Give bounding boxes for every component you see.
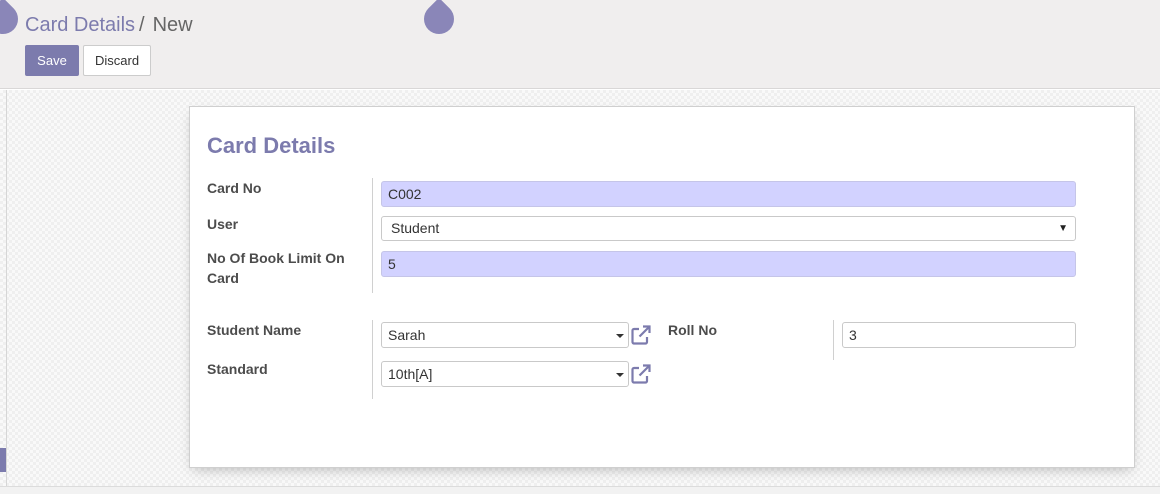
card-no-label: Card No xyxy=(207,180,262,196)
bottom-bar xyxy=(0,486,1160,494)
form-sheet: Card Details Card No C002 User Student ▼… xyxy=(189,106,1135,468)
standard-value: 10th[A] xyxy=(388,366,433,382)
breadcrumb-parent-link[interactable]: Card Details xyxy=(25,14,135,36)
breadcrumb-separator: / xyxy=(139,14,145,36)
student-name-label: Student Name xyxy=(207,322,302,338)
book-limit-label-line2: Card xyxy=(207,270,239,286)
left-divider xyxy=(6,90,7,494)
standard-label: Standard xyxy=(207,361,268,377)
caret-down-icon xyxy=(616,334,624,338)
external-link-icon[interactable] xyxy=(630,324,652,346)
breadcrumb: Card Details / New xyxy=(25,13,193,37)
breadcrumb-current: New xyxy=(152,14,193,36)
standard-select[interactable]: 10th[A] xyxy=(381,361,629,387)
user-select[interactable]: Student ▼ xyxy=(381,216,1076,241)
discard-button[interactable]: Discard xyxy=(83,45,151,76)
form-title: Card Details xyxy=(207,133,336,158)
roll-no-input[interactable]: 3 xyxy=(842,322,1076,348)
left-edge-tab xyxy=(0,448,6,472)
save-button[interactable]: Save xyxy=(25,45,79,76)
group-divider xyxy=(833,320,834,360)
caret-down-icon: ▼ xyxy=(1058,223,1068,234)
roll-no-label: Roll No xyxy=(668,322,717,338)
user-select-value: Student xyxy=(391,220,440,236)
card-no-input[interactable]: C002 xyxy=(381,181,1076,207)
student-name-select[interactable]: Sarah xyxy=(381,322,629,348)
book-limit-label-line1: No Of Book Limit On xyxy=(207,250,345,266)
user-label: User xyxy=(207,216,239,232)
book-limit-input[interactable]: 5 xyxy=(381,251,1076,277)
group-divider xyxy=(372,178,373,293)
external-link-icon[interactable] xyxy=(630,363,652,385)
book-limit-label: No Of Book Limit On Card xyxy=(207,248,345,288)
group-divider xyxy=(372,320,373,399)
student-name-value: Sarah xyxy=(388,327,426,343)
caret-down-icon xyxy=(616,373,624,377)
